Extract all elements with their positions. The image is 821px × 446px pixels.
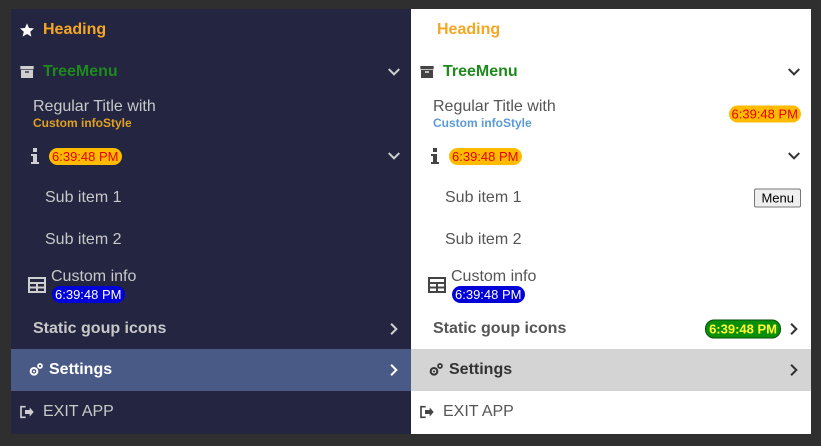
custom-info-row[interactable]: Custom info 6:39:48 PM xyxy=(11,261,411,309)
settings-row[interactable]: Settings xyxy=(411,349,811,391)
settings-row[interactable]: Settings xyxy=(11,349,411,391)
info-row[interactable]: 6:39:48 PM xyxy=(411,135,811,177)
static-group-row[interactable]: Static goup icons xyxy=(11,309,411,349)
treemenu-label: TreeMenu xyxy=(443,63,518,80)
info-row[interactable]: 6:39:48 PM xyxy=(11,135,411,177)
regular-title-label: Regular Title with xyxy=(433,98,556,115)
sub-item-1-label: Sub item 1 xyxy=(445,189,522,206)
regular-title-row[interactable]: Regular Title with Custom infoStyle xyxy=(11,93,411,135)
info-style-label: Custom infoStyle xyxy=(433,116,532,130)
treemenu-row[interactable]: TreeMenu xyxy=(411,51,811,93)
settings-label: Settings xyxy=(49,361,113,378)
heading-label: Heading xyxy=(43,21,107,38)
custom-info-label: Custom info xyxy=(51,267,137,285)
static-group-label: Static goup icons xyxy=(433,320,567,337)
chevron-right-icon xyxy=(387,322,401,336)
sub-item-1-label: Sub item 1 xyxy=(45,189,122,206)
chevron-down-icon xyxy=(787,149,801,163)
custom-info-label: Custom info xyxy=(451,267,537,285)
exit-label: EXIT APP xyxy=(443,403,514,420)
static-group-row[interactable]: Static goup icons 6:39:48 PM xyxy=(411,309,811,349)
archive-icon xyxy=(17,64,37,80)
sub-item-2[interactable]: Sub item 2 xyxy=(411,219,811,261)
exit-label: EXIT APP xyxy=(43,403,114,420)
gears-icon xyxy=(427,362,445,378)
light-menu-panel: Heading TreeMenu Regular Title with Cust… xyxy=(411,9,811,434)
time-badge: 6:39:48 PM xyxy=(728,105,801,123)
heading-label: Heading xyxy=(437,21,501,38)
info-style-label: Custom infoStyle xyxy=(33,116,132,130)
chevron-right-icon xyxy=(387,363,401,377)
sub-item-2[interactable]: Sub item 2 xyxy=(11,219,411,261)
gears-icon xyxy=(27,362,45,378)
exit-row[interactable]: EXIT APP xyxy=(11,391,411,433)
regular-title-label: Regular Title with xyxy=(33,98,156,115)
time-badge: 6:39:48 PM xyxy=(452,285,525,303)
sign-out-icon xyxy=(17,404,37,420)
static-group-label: Static goup icons xyxy=(33,320,167,337)
star-icon xyxy=(17,22,37,38)
time-badge: 6:39:48 PM xyxy=(49,147,122,165)
treemenu-label: TreeMenu xyxy=(43,63,118,80)
sign-out-icon xyxy=(417,404,437,420)
sub-item-1[interactable]: Sub item 1 Menu xyxy=(411,177,811,219)
settings-label: Settings xyxy=(449,361,513,378)
table-icon xyxy=(27,277,47,293)
table-icon xyxy=(427,277,447,293)
info-icon xyxy=(427,148,443,164)
treemenu-row[interactable]: TreeMenu xyxy=(11,51,411,93)
sub-item-1[interactable]: Sub item 1 xyxy=(11,177,411,219)
heading-row: Heading xyxy=(411,9,811,51)
exit-row[interactable]: EXIT APP xyxy=(411,391,811,433)
custom-info-row[interactable]: Custom info 6:39:48 PM xyxy=(411,261,811,309)
info-icon xyxy=(27,148,43,164)
chevron-right-icon xyxy=(787,363,801,377)
chevron-right-icon xyxy=(787,322,801,336)
sub-item-2-label: Sub item 2 xyxy=(445,231,522,248)
chevron-down-icon xyxy=(787,65,801,79)
chevron-down-icon xyxy=(387,65,401,79)
time-badge: 6:39:48 PM xyxy=(705,319,781,339)
dark-menu-panel: Heading TreeMenu Regular Title with Cust… xyxy=(11,9,411,434)
time-badge: 6:39:48 PM xyxy=(52,285,125,303)
chevron-down-icon xyxy=(387,149,401,163)
archive-icon xyxy=(417,64,437,80)
time-badge: 6:39:48 PM xyxy=(449,147,522,165)
sub-item-2-label: Sub item 2 xyxy=(45,231,122,248)
heading-row: Heading xyxy=(11,9,411,51)
regular-title-row[interactable]: Regular Title with Custom infoStyle 6:39… xyxy=(411,93,811,135)
menu-button[interactable]: Menu xyxy=(754,188,801,208)
